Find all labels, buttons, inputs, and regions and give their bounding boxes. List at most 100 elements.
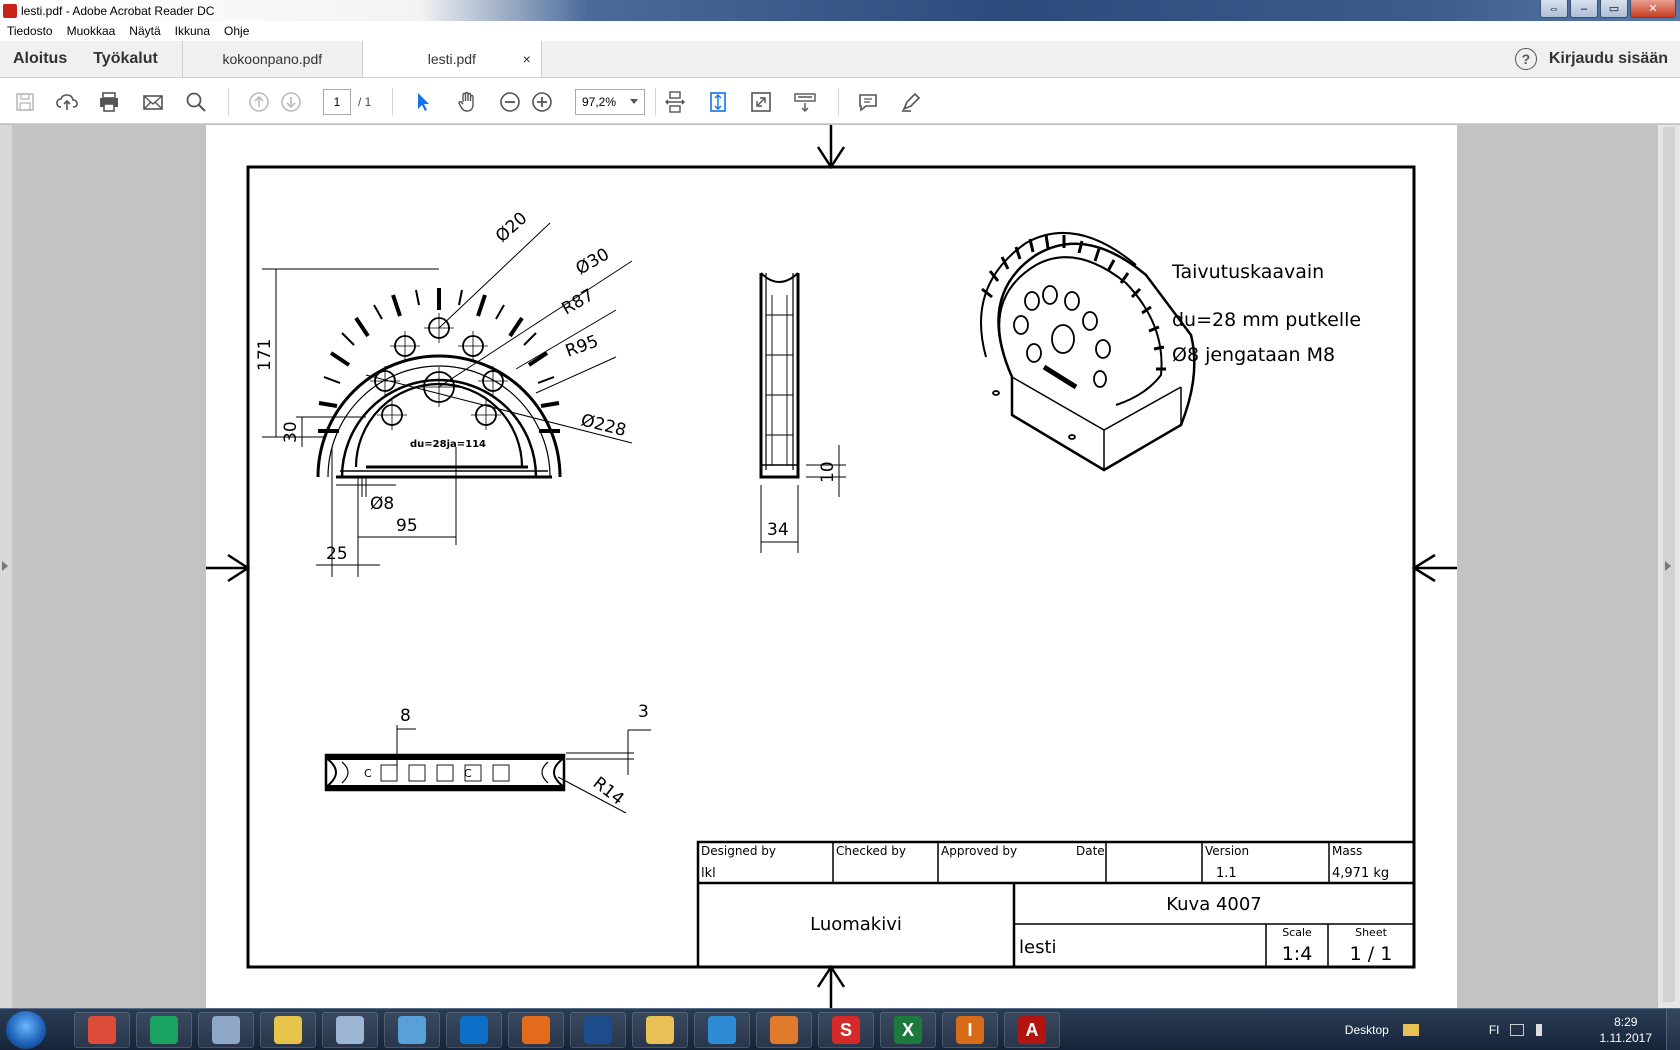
- centerline-mark: C: [364, 767, 372, 780]
- dim-25: 25: [326, 544, 348, 564]
- part-name: lesti: [1019, 937, 1057, 958]
- taskbar-app-calculator[interactable]: [322, 1012, 378, 1048]
- menu-view[interactable]: Näytä: [122, 24, 167, 38]
- minimize-button[interactable]: –: [1570, 0, 1598, 18]
- tab-label: kokoonpano.pdf: [222, 51, 323, 67]
- technical-drawing: Ø20 Ø30 R87 R95 Ø228 171 30 Ø8 95 25 du=…: [206, 125, 1457, 1008]
- taskbar-app-opera[interactable]: [136, 1012, 192, 1048]
- tab-tools[interactable]: Työkalut: [80, 41, 182, 77]
- signin-button[interactable]: Kirjaudu sisään: [1549, 50, 1668, 68]
- top-view: [324, 725, 651, 814]
- taskbar-app-network[interactable]: [694, 1012, 750, 1048]
- save-icon[interactable]: [12, 89, 38, 115]
- maximize-button[interactable]: ▭: [1600, 0, 1628, 18]
- scroll-mode-icon[interactable]: [662, 89, 688, 115]
- close-tab-icon[interactable]: ×: [523, 51, 531, 67]
- upload-cloud-icon[interactable]: [54, 89, 80, 115]
- taskbar-app-excel[interactable]: X: [880, 1012, 936, 1048]
- chevron-right-icon[interactable]: [1665, 561, 1671, 571]
- inventor-icon: I: [956, 1016, 984, 1044]
- dim-171: 171: [255, 339, 275, 371]
- taskbar-app-chrome[interactable]: [74, 1012, 130, 1048]
- comment-icon[interactable]: [855, 89, 881, 115]
- menu-window[interactable]: Ikkuna: [168, 24, 217, 38]
- approved-by-label: Approved by: [941, 844, 1017, 858]
- start-button[interactable]: [6, 1011, 46, 1049]
- tab-label: lesti.pdf: [427, 51, 476, 67]
- menu-help[interactable]: Ohje: [217, 24, 256, 38]
- sheet-label: Sheet: [1355, 926, 1387, 939]
- document-viewport[interactable]: Ø20 Ø30 R87 R95 Ø228 171 30 Ø8 95 25 du=…: [0, 125, 1680, 1008]
- dim-thickness-8: 8: [400, 706, 411, 726]
- read-mode-icon[interactable]: [792, 89, 818, 115]
- engraving-text: du=28ja=114: [410, 439, 486, 450]
- email-icon[interactable]: [140, 89, 166, 115]
- zoom-level-select[interactable]: 97,2%: [575, 89, 645, 115]
- sheet-value: 1 / 1: [1350, 943, 1393, 965]
- centerline-mark: C: [464, 767, 472, 780]
- tab-document-kokoonpano[interactable]: kokoonpano.pdf: [181, 41, 362, 77]
- paint-icon: [274, 1016, 302, 1044]
- tab-home[interactable]: Aloitus: [0, 41, 80, 77]
- menu-edit[interactable]: Muokkaa: [60, 24, 123, 38]
- explorer-icon: [646, 1016, 674, 1044]
- menu-file[interactable]: Tiedosto: [0, 24, 60, 38]
- zoom-in-icon[interactable]: [529, 89, 555, 115]
- page-number-input[interactable]: 1: [323, 89, 351, 115]
- close-window-button[interactable]: ✕: [1630, 0, 1676, 18]
- designed-by-value: lkl: [701, 866, 716, 881]
- checked-by-label: Checked by: [836, 844, 906, 858]
- folder-icon[interactable]: [1402, 1024, 1419, 1036]
- solitaire-icon: [584, 1016, 612, 1044]
- taskbar-app-acrobat[interactable]: A: [1004, 1012, 1060, 1048]
- taskbar-app-paint[interactable]: [260, 1012, 316, 1048]
- fit-page-icon[interactable]: [705, 89, 731, 115]
- previous-page-icon[interactable]: [246, 89, 272, 115]
- select-cursor-icon[interactable]: [410, 89, 436, 115]
- hand-tool-icon[interactable]: [454, 89, 480, 115]
- system-tray: Desktop FI 8:29 1.11.2017: [1345, 1009, 1680, 1050]
- print-icon[interactable]: [96, 89, 122, 115]
- dim-34: 34: [767, 520, 789, 540]
- scale-value: 1:4: [1282, 943, 1313, 965]
- dim-thickness-3: 3: [638, 702, 649, 722]
- show-desktop-button[interactable]: [1666, 1009, 1680, 1050]
- highlight-pen-icon[interactable]: [898, 89, 924, 115]
- taskbar-app-inventor[interactable]: I: [942, 1012, 998, 1048]
- taskbar-app-solitaire[interactable]: [570, 1012, 626, 1048]
- title-block: Designed by lkl Checked by Approved by D…: [701, 844, 1392, 965]
- next-page-icon[interactable]: [278, 89, 304, 115]
- help-icon[interactable]: ?: [1514, 48, 1537, 70]
- dim-d30: Ø30: [573, 245, 613, 280]
- clock-date: 1.11.2017: [1599, 1031, 1653, 1045]
- mass-value: 4,971 kg: [1332, 866, 1389, 881]
- dim-10: 10: [818, 461, 838, 483]
- vertical-scrollbar[interactable]: [1658, 125, 1680, 1008]
- taskbar-app-s-app[interactable]: S: [818, 1012, 874, 1048]
- taskbar-app-teamviewer[interactable]: [446, 1012, 502, 1048]
- taskbar-app-office[interactable]: [756, 1012, 812, 1048]
- volume-icon[interactable]: [1535, 1024, 1548, 1036]
- restore-down-button[interactable]: ⇔: [1540, 0, 1568, 18]
- taskbar-app-mirror[interactable]: [384, 1012, 440, 1048]
- language-indicator[interactable]: FI: [1489, 1023, 1500, 1037]
- taskbar-app-tool[interactable]: [198, 1012, 254, 1048]
- navigation-pane-toggle[interactable]: [0, 125, 12, 1008]
- taskbar: S X I A Desktop FI 8:29 1.11.2017: [0, 1008, 1680, 1050]
- opera-icon: [150, 1016, 178, 1044]
- clock[interactable]: 8:29 1.11.2017: [1600, 1014, 1653, 1046]
- search-icon[interactable]: [183, 89, 209, 115]
- mirror-icon: [398, 1016, 426, 1044]
- tab-document-lesti[interactable]: lesti.pdf ×: [361, 41, 542, 77]
- full-screen-icon[interactable]: [748, 89, 774, 115]
- taskbar-app-explorer[interactable]: [632, 1012, 688, 1048]
- taskbar-app-firefox[interactable]: [508, 1012, 564, 1048]
- dim-30: 30: [281, 421, 301, 443]
- network-icon[interactable]: [1509, 1024, 1524, 1036]
- zoom-out-icon[interactable]: [497, 89, 523, 115]
- mass-label: Mass: [1332, 844, 1362, 858]
- chevron-down-icon: [630, 99, 638, 104]
- dim-r87: R87: [559, 285, 598, 319]
- firefox-icon: [522, 1016, 550, 1044]
- desktop-toolbar[interactable]: Desktop: [1345, 1023, 1389, 1037]
